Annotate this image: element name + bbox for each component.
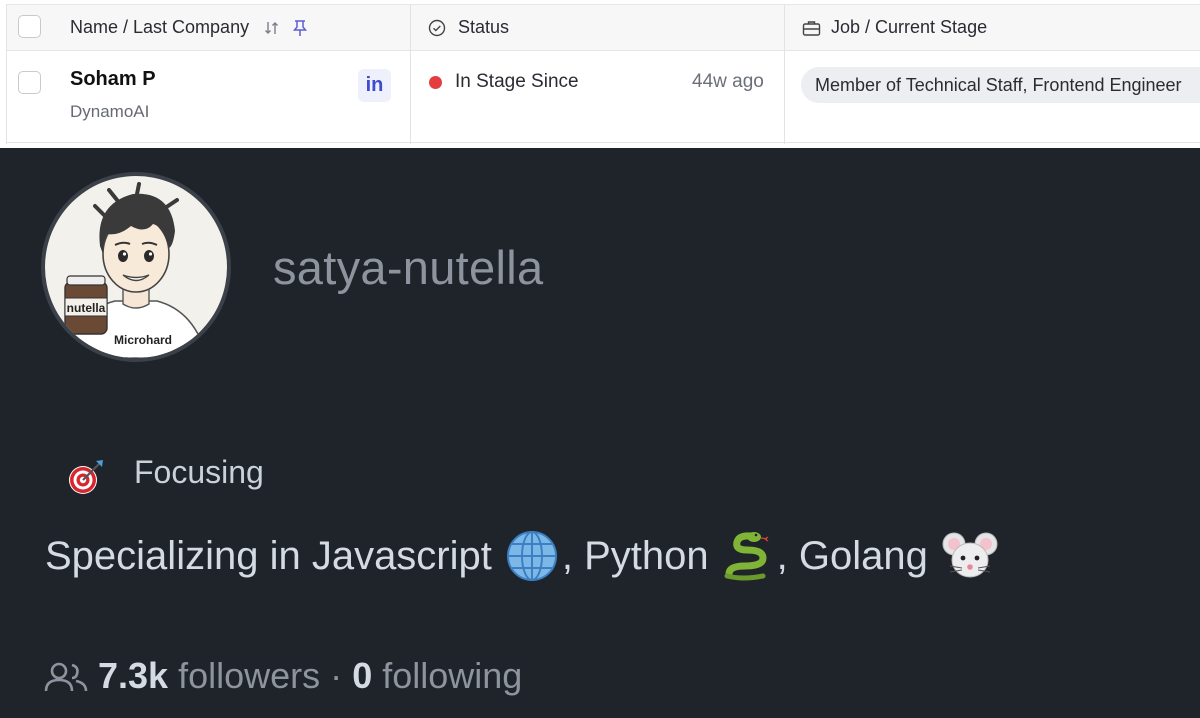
following-count: 0 [352,655,373,696]
candidate-name[interactable]: Soham P [70,68,156,91]
profile-username[interactable]: satya-nutella [273,240,543,295]
sort-icon[interactable] [264,20,280,36]
status-text[interactable]: Focusing [134,454,264,491]
pin-icon[interactable] [292,19,308,37]
status-age: 44w ago [692,71,764,92]
status-check-icon [428,19,446,37]
status-label: In Stage Since [455,71,579,92]
select-all-checkbox[interactable] [18,15,41,38]
snake-icon [724,532,768,581]
globe-icon [506,531,557,581]
followers-count: 7.3k [98,655,169,696]
followers-link[interactable]: 7.3k followers [98,655,320,696]
candidate-company: DynamoAI [70,102,150,121]
column-header-name[interactable]: Name / Last Company [70,17,249,38]
following-label: following [382,655,523,696]
people-icon [44,662,88,692]
avatar-jar-label: nutella [67,301,106,315]
profile-bio: Specializing in Javascript , Python , Go… [45,530,1002,582]
avatar-shirt-label: Microhard [114,333,172,347]
avatar-illustration: nutella Microhard [64,182,208,358]
bio-text-1: Specializing in Javascript [45,533,492,578]
bio-text-3: , Golang [776,533,928,578]
follow-stats: 7.3k followers · 0 following [98,655,522,697]
followers-label: followers [178,655,321,696]
following-link[interactable]: 0 following [352,655,522,696]
job-title: Member of Technical Staff, Frontend Engi… [815,75,1182,95]
candidate-table: Name / Last Company Status Job / Current… [0,0,1200,148]
mouse-icon [942,532,998,578]
linkedin-icon[interactable]: in [358,69,391,102]
column-header-job[interactable]: Job / Current Stage [831,17,987,38]
separator-dot: · [330,655,343,696]
row-checkbox[interactable] [18,71,41,94]
dart-icon [69,460,103,494]
status-indicator [429,76,442,89]
bio-text-2: , Python [561,533,709,578]
column-header-status[interactable]: Status [458,17,509,38]
avatar[interactable]: nutella Microhard [41,172,231,362]
briefcase-icon [802,21,821,36]
